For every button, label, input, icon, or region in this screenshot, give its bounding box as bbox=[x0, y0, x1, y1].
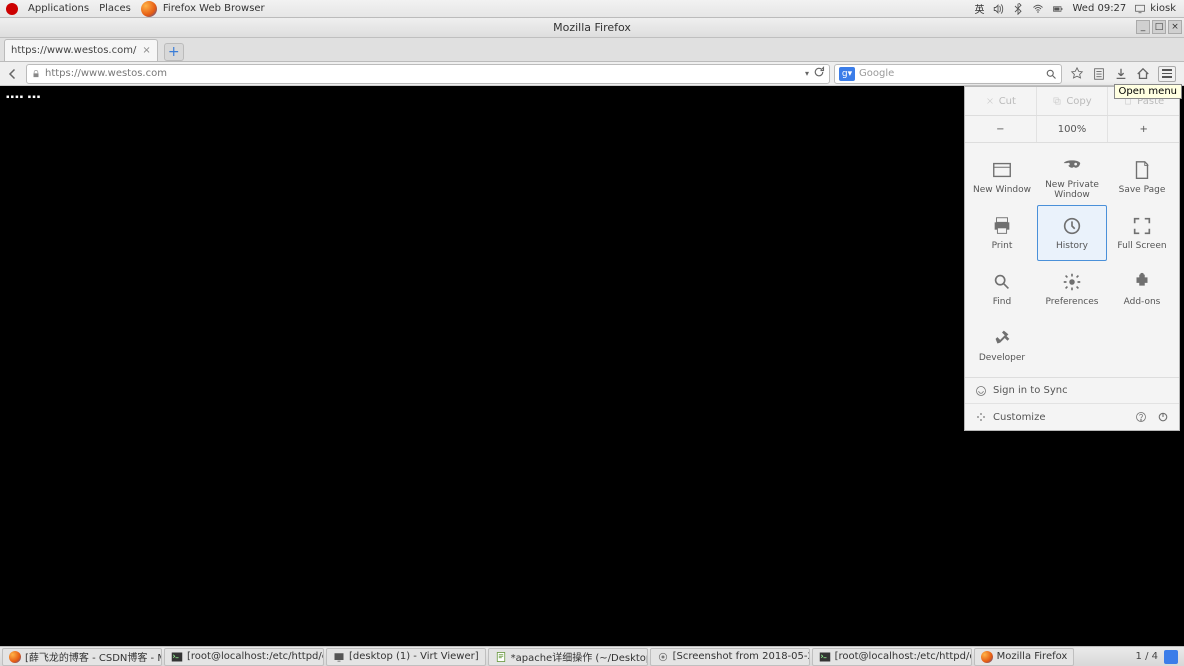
user-label: kiosk bbox=[1150, 3, 1176, 14]
battery-icon[interactable] bbox=[1052, 3, 1064, 15]
gnome-logo-icon bbox=[6, 3, 18, 15]
taskbar-item[interactable]: [薛飞龙的博客 - CSDN博客 - Mo... bbox=[2, 648, 162, 666]
copy-button: Copy bbox=[1037, 87, 1109, 115]
tab-close-button[interactable]: × bbox=[142, 45, 150, 56]
hamburger-menu-panel: Cut Copy Paste − 100% + New Window New P… bbox=[964, 86, 1180, 431]
search-bar[interactable]: g▾ Google bbox=[834, 64, 1062, 84]
save-page-button[interactable]: Save Page bbox=[1107, 149, 1177, 205]
terminal-icon bbox=[819, 651, 831, 663]
find-button[interactable]: Find bbox=[967, 261, 1037, 317]
window-title: Mozilla Firefox bbox=[553, 21, 631, 34]
nav-bar: https://www.westos.com ▾ g▾ Google Open … bbox=[0, 62, 1184, 86]
quit-icon[interactable] bbox=[1157, 411, 1169, 423]
search-placeholder: Google bbox=[859, 68, 894, 79]
show-desktop-icon[interactable] bbox=[1164, 650, 1178, 664]
tab-title: https://www.westos.com/ bbox=[11, 45, 136, 56]
user-menu[interactable]: kiosk bbox=[1134, 3, 1176, 15]
history-button[interactable]: History bbox=[1037, 205, 1107, 261]
virt-viewer-icon bbox=[333, 651, 345, 663]
developer-button[interactable]: Developer bbox=[967, 317, 1037, 373]
taskbar-item[interactable]: Mozilla Firefox bbox=[974, 648, 1075, 666]
search-engine-icon[interactable]: g▾ bbox=[839, 67, 855, 81]
taskbar-item[interactable]: [root@localhost:/etc/httpd/con... bbox=[812, 648, 972, 666]
bookmark-star-icon[interactable] bbox=[1070, 67, 1084, 81]
window-titlebar: Mozilla Firefox _ □ × bbox=[0, 18, 1184, 38]
applications-menu[interactable]: Applications bbox=[28, 3, 89, 14]
back-button[interactable] bbox=[4, 65, 22, 83]
sign-in-sync-button[interactable]: Sign in to Sync bbox=[965, 378, 1179, 404]
new-tab-button[interactable]: + bbox=[164, 43, 184, 61]
zoom-in-button[interactable]: + bbox=[1108, 116, 1179, 142]
new-private-window-button[interactable]: New Private Window bbox=[1037, 149, 1107, 205]
system-tray: 英 Wed 09:27 kiosk bbox=[974, 1, 1184, 16]
url-text: https://www.westos.com bbox=[45, 68, 167, 79]
firefox-icon bbox=[141, 1, 157, 17]
full-screen-button[interactable]: Full Screen bbox=[1107, 205, 1177, 261]
firefox-icon bbox=[9, 651, 21, 663]
menu-button[interactable] bbox=[1158, 66, 1176, 82]
window-close-button[interactable]: × bbox=[1168, 20, 1182, 34]
zoom-out-button[interactable]: − bbox=[965, 116, 1037, 142]
volume-icon[interactable] bbox=[992, 3, 1004, 15]
zoom-level-label[interactable]: 100% bbox=[1037, 116, 1109, 142]
reload-button[interactable] bbox=[813, 66, 825, 81]
clock[interactable]: Wed 09:27 bbox=[1072, 3, 1126, 14]
active-app-label: Firefox Web Browser bbox=[163, 3, 265, 14]
taskbar-item[interactable]: [root@localhost:/etc/httpd/con... bbox=[164, 648, 324, 666]
places-menu[interactable]: Places bbox=[99, 3, 131, 14]
window-maximize-button[interactable]: □ bbox=[1152, 20, 1166, 34]
lock-icon bbox=[31, 69, 41, 79]
browser-tab[interactable]: https://www.westos.com/ × bbox=[4, 39, 158, 61]
monitor-icon bbox=[1134, 3, 1146, 15]
firefox-icon bbox=[981, 651, 993, 663]
gedit-icon bbox=[495, 651, 507, 663]
gnome-taskbar: [薛飞龙的博客 - CSDN博客 - Mo... [root@localhost… bbox=[0, 646, 1184, 666]
help-icon[interactable] bbox=[1135, 411, 1147, 423]
tab-strip: https://www.westos.com/ × + bbox=[0, 38, 1184, 62]
url-history-dropdown[interactable]: ▾ bbox=[805, 69, 809, 78]
cut-button: Cut bbox=[965, 87, 1037, 115]
gnome-top-bar: Applications Places Firefox Web Browser … bbox=[0, 0, 1184, 18]
window-minimize-button[interactable]: _ bbox=[1136, 20, 1150, 34]
workspace-indicator[interactable]: 1 / 4 bbox=[1136, 651, 1158, 662]
page-viewport: ▪▪▪▪ ▪▪▪ Cut Copy Paste − 100% + New Win… bbox=[0, 86, 1184, 650]
menu-tooltip: Open menu bbox=[1114, 84, 1182, 99]
image-viewer-icon bbox=[657, 651, 669, 663]
downloads-icon[interactable] bbox=[1114, 67, 1128, 81]
url-bar[interactable]: https://www.westos.com ▾ bbox=[26, 64, 830, 84]
new-window-button[interactable]: New Window bbox=[967, 149, 1037, 205]
bookmarks-list-icon[interactable] bbox=[1092, 67, 1106, 81]
terminal-icon bbox=[171, 651, 183, 663]
print-button[interactable]: Print bbox=[967, 205, 1037, 261]
taskbar-item[interactable]: [desktop (1) - Virt Viewer] bbox=[326, 648, 486, 666]
taskbar-item[interactable]: [Screenshot from 2018-05-27 ... bbox=[650, 648, 810, 666]
ime-indicator[interactable]: 英 bbox=[974, 1, 984, 16]
search-go-icon[interactable] bbox=[1045, 68, 1057, 80]
bluetooth-icon[interactable] bbox=[1012, 3, 1024, 15]
addons-button[interactable]: Add-ons bbox=[1107, 261, 1177, 317]
page-corner-text: ▪▪▪▪ ▪▪▪ bbox=[6, 92, 41, 103]
taskbar-item[interactable]: *apache详细操作 (~/Desktop/... bbox=[488, 648, 648, 666]
home-icon[interactable] bbox=[1136, 67, 1150, 81]
wifi-icon[interactable] bbox=[1032, 3, 1044, 15]
preferences-button[interactable]: Preferences bbox=[1037, 261, 1107, 317]
customize-button[interactable]: Customize bbox=[965, 404, 1179, 430]
